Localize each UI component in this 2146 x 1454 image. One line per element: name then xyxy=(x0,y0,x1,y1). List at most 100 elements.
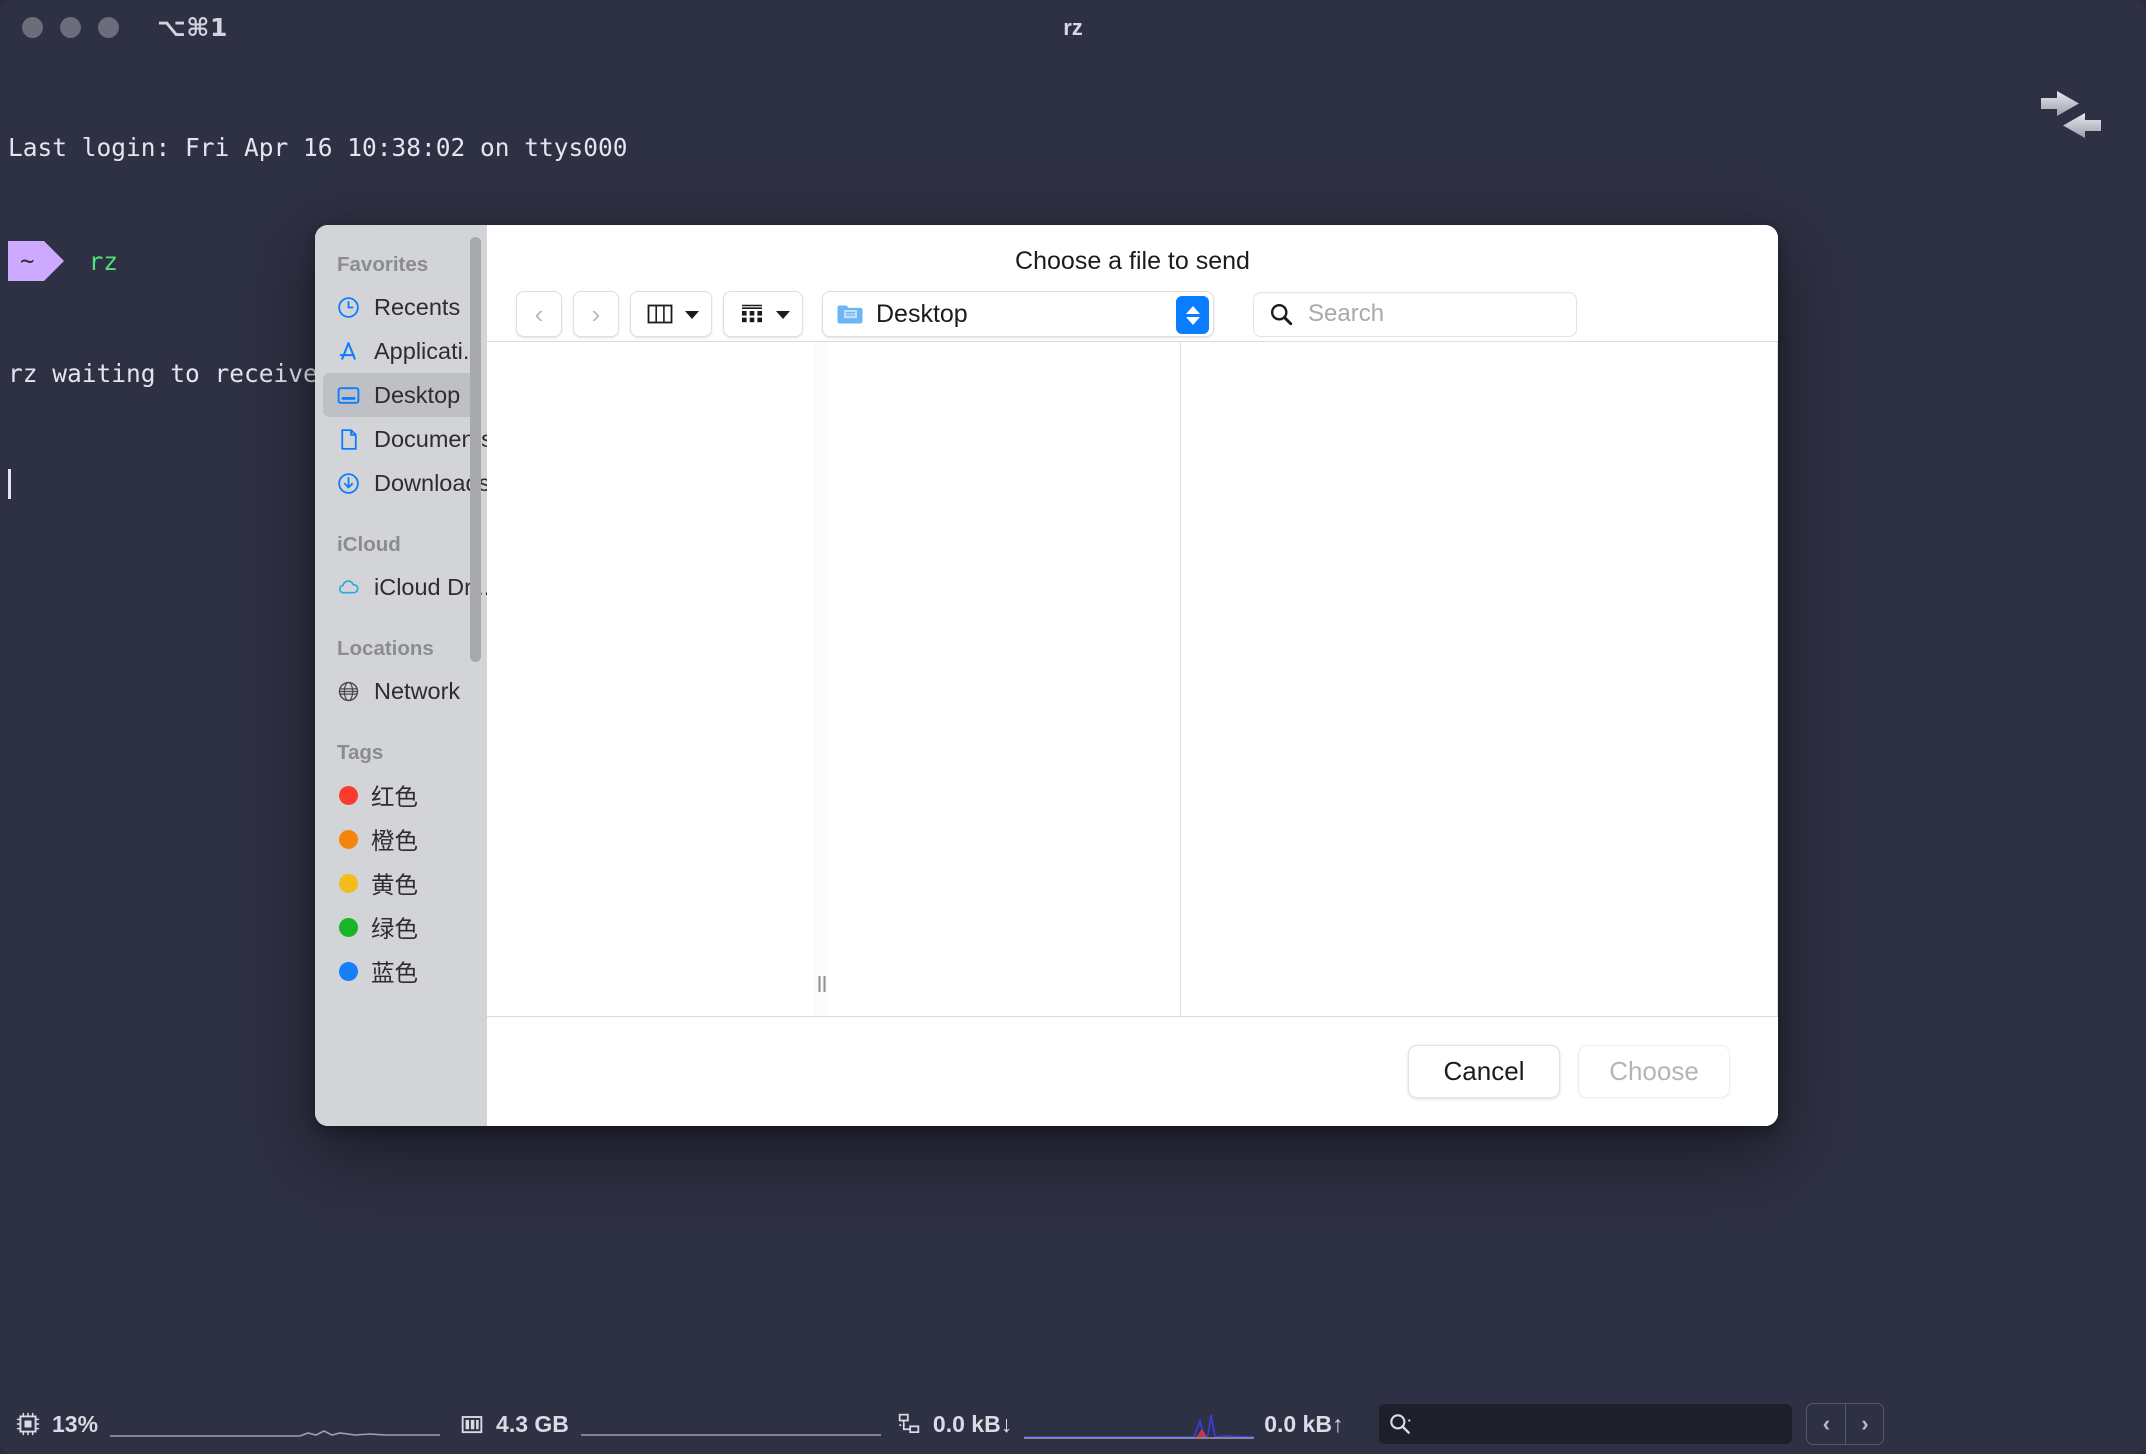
file-column-3[interactable] xyxy=(1181,342,1778,1016)
path-popup-button[interactable]: Desktop xyxy=(822,291,1214,337)
chevron-right-icon: › xyxy=(592,299,601,330)
pager-next-button[interactable]: › xyxy=(1845,1404,1883,1444)
network-download-value: 0.0 kB↓ xyxy=(933,1411,1012,1438)
sidebar-header-locations: Locations xyxy=(315,637,487,661)
sidebar-tag-orange[interactable]: 橙色 xyxy=(323,817,479,861)
stepper-up-arrow xyxy=(1186,306,1200,314)
clock-icon xyxy=(336,295,361,320)
close-button[interactable] xyxy=(22,17,43,38)
network-node-icon xyxy=(895,1410,923,1438)
sidebar-item-label: Applicati... xyxy=(374,338,482,365)
dialog-toolbar: ‹ › xyxy=(487,287,1778,341)
sidebar-header-icloud: iCloud xyxy=(315,533,487,557)
sidebar-item-label: Desktop xyxy=(374,382,460,409)
sidebar-spacer xyxy=(315,505,487,533)
file-column-1[interactable] xyxy=(487,342,823,1016)
dialog-search-field[interactable] xyxy=(1253,292,1577,337)
path-label: Desktop xyxy=(876,300,968,329)
memory-sparkline xyxy=(581,1409,881,1439)
sidebar-tag-red[interactable]: 红色 xyxy=(323,773,479,817)
tag-dot-icon xyxy=(339,786,358,805)
stepper-up-down-icon[interactable] xyxy=(1176,296,1209,334)
pager-prev-button[interactable]: ‹ xyxy=(1807,1404,1845,1444)
statusbar-search[interactable] xyxy=(1379,1404,1792,1444)
sidebar-item-documents[interactable]: Documents xyxy=(323,417,479,461)
back-button[interactable]: ‹ xyxy=(516,291,562,337)
sidebar-item-label: 橙色 xyxy=(371,822,418,856)
network-upload-group[interactable]: 0.0 kB↑ xyxy=(1264,1411,1343,1438)
group-items-icon xyxy=(738,301,766,327)
terminal-titlebar: ⌥⌘1 rz xyxy=(0,0,2146,55)
sidebar-tag-green[interactable]: 绿色 xyxy=(323,905,479,949)
memory-status-group[interactable]: 4.3 GB xyxy=(458,1410,569,1438)
memory-stick-icon xyxy=(458,1410,486,1438)
document-icon xyxy=(336,427,361,452)
column-resizer-1[interactable] xyxy=(815,342,828,1016)
sidebar-tag-yellow[interactable]: 黄色 xyxy=(323,861,479,905)
titlebar-shortcut-label: ⌥⌘1 xyxy=(157,13,228,42)
chevron-down-icon xyxy=(685,311,699,319)
cancel-button[interactable]: Cancel xyxy=(1408,1045,1560,1098)
choose-button[interactable]: Choose xyxy=(1578,1045,1730,1098)
transfer-arrows-icon xyxy=(2031,85,2111,145)
file-chooser-dialog: Favorites Recents Applicati... Desktop D… xyxy=(315,225,1778,1126)
sidebar-item-label: Recents xyxy=(374,294,460,321)
prompt-path-segment: ~ xyxy=(8,241,44,281)
sidebar-item-label: 红色 xyxy=(371,778,418,812)
file-column-browser[interactable] xyxy=(487,341,1778,1016)
sidebar-header-favorites: Favorites xyxy=(315,253,487,277)
sidebar-spacer xyxy=(315,713,487,741)
sidebar-item-network[interactable]: Network xyxy=(323,669,479,713)
window-controls xyxy=(22,17,119,38)
cpu-chip-icon xyxy=(14,1410,42,1438)
sidebar-item-recents[interactable]: Recents xyxy=(323,285,479,329)
file-column-2[interactable] xyxy=(823,342,1181,1016)
column-view-icon xyxy=(645,301,675,327)
sidebar-item-label: 黄色 xyxy=(371,866,418,900)
tag-dot-icon xyxy=(339,830,358,849)
dialog-footer: Cancel Choose xyxy=(487,1016,1778,1126)
search-icon xyxy=(1268,301,1295,328)
cpu-sparkline xyxy=(110,1409,440,1439)
cpu-status-group[interactable]: 13% xyxy=(14,1410,98,1438)
tag-dot-icon xyxy=(339,874,358,893)
network-upload-value: 0.0 kB↑ xyxy=(1264,1411,1343,1438)
sidebar-tag-blue[interactable]: 蓝色 xyxy=(323,949,479,993)
zoom-button[interactable] xyxy=(98,17,119,38)
prompt-command: rz xyxy=(88,243,118,280)
terminal-cursor xyxy=(8,469,11,499)
desktop-folder-icon xyxy=(835,301,865,327)
dialog-sidebar[interactable]: Favorites Recents Applicati... Desktop D… xyxy=(315,225,487,1126)
cloud-icon xyxy=(336,575,361,600)
dialog-header: Choose a file to send ‹ › xyxy=(487,225,1778,341)
sidebar-scrollbar[interactable] xyxy=(470,237,481,662)
sidebar-item-applications[interactable]: Applicati... xyxy=(323,329,479,373)
dialog-title: Choose a file to send xyxy=(487,225,1778,276)
resize-grip-icon xyxy=(818,976,825,992)
desktop-icon xyxy=(336,383,361,408)
statusbar-search-input[interactable] xyxy=(1419,1407,1784,1441)
chevron-left-icon: ‹ xyxy=(535,299,544,330)
terminal-statusbar: 13% 4.3 GB xyxy=(0,1394,2146,1454)
memory-value: 4.3 GB xyxy=(496,1411,569,1438)
view-mode-button[interactable] xyxy=(630,291,712,337)
forward-button[interactable]: › xyxy=(573,291,619,337)
download-circle-icon xyxy=(336,471,361,496)
globe-icon xyxy=(336,679,361,704)
terminal-line-login: Last login: Fri Apr 16 10:38:02 on ttys0… xyxy=(8,129,2138,166)
network-status-group[interactable]: 0.0 kB↓ xyxy=(895,1410,1012,1438)
applications-icon xyxy=(336,339,361,364)
sidebar-spacer xyxy=(315,609,487,637)
sidebar-item-downloads[interactable]: Downloads xyxy=(323,461,479,505)
sidebar-item-icloud-drive[interactable]: iCloud Dri... xyxy=(323,565,479,609)
statusbar-pager[interactable]: ‹ › xyxy=(1806,1403,1884,1445)
sidebar-item-label: 蓝色 xyxy=(371,954,418,988)
chevron-down-icon xyxy=(776,311,790,319)
group-items-button[interactable] xyxy=(723,291,803,337)
sidebar-item-desktop[interactable]: Desktop xyxy=(323,373,479,417)
tag-dot-icon xyxy=(339,962,358,981)
sidebar-header-tags: Tags xyxy=(315,741,487,765)
titlebar-title: rz xyxy=(0,15,2146,41)
minimize-button[interactable] xyxy=(60,17,81,38)
dialog-search-input[interactable] xyxy=(1308,300,1548,328)
